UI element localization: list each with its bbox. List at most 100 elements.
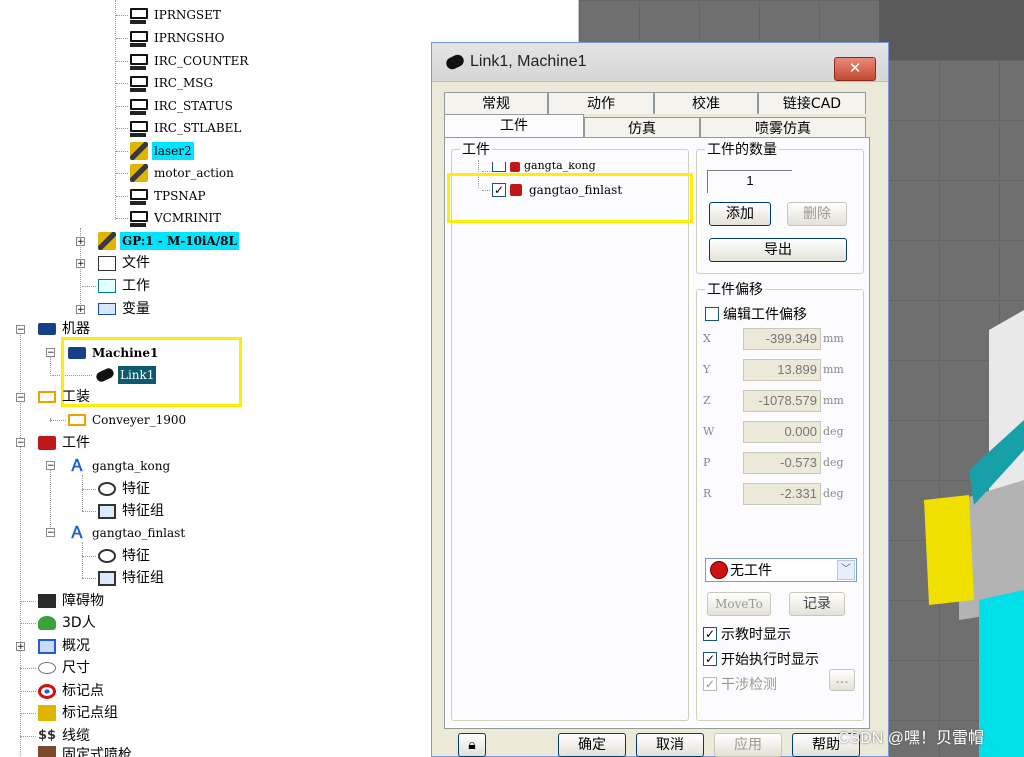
parts-group: 工件 gangta_kong ✓ gangtao_finlast [451,139,689,721]
tree-work[interactable]: 工作 [120,277,152,295]
variable-icon [98,303,116,315]
tree-program[interactable]: TPSNAP [152,187,208,205]
tree-conveyer[interactable]: Conveyer_1900 [90,411,188,429]
program-icon [130,189,148,205]
tree-feature-group[interactable]: 特征组 [120,569,166,587]
tree-program[interactable]: IRC_COUNTER [152,52,250,70]
offset-label: Z [703,394,711,407]
tab-simulation[interactable]: 仿真 [584,117,700,139]
tree-overview[interactable]: 概况 [60,637,92,655]
quantity-group: 工件的数量 1 添加 删除 导出 [696,139,864,274]
moveto-button[interactable]: MoveTo [707,592,771,616]
expand-toggle[interactable]: + [76,237,85,247]
tab-link-cad[interactable]: 链接CAD [758,92,866,114]
machine-icon [38,323,56,335]
tab-calibration[interactable]: 校准 [654,92,758,114]
tree-target-group[interactable]: 标记点组 [60,704,120,722]
tree-program-selected[interactable]: laser2 [152,142,194,160]
tree-link1[interactable]: Link1 [118,366,157,384]
tab-spray-simulation[interactable]: 喷雾仿真 [700,117,866,139]
tree-robot-group[interactable]: GP:1 - M-10iA/8L [120,232,239,250]
tree-program[interactable]: VCMRINIT [152,209,223,227]
interference-checkbox[interactable]: ✓ [703,677,717,691]
show-on-teach-checkbox[interactable]: ✓ [703,627,717,641]
tab-general[interactable]: 常规 [444,92,548,114]
part-icon [510,184,522,196]
program-icon [130,8,148,24]
offset-y-field[interactable]: 13.899 [743,359,821,381]
tree-files[interactable]: 文件 [120,254,152,272]
tree-spray-gun[interactable]: 固定式喷枪 [60,746,134,757]
tree-program[interactable]: IPRNGSHO [152,29,226,47]
collapse-toggle[interactable]: − [16,438,25,448]
obstacle-icon [38,594,56,608]
expand-toggle[interactable]: + [76,305,85,315]
offset-z-field[interactable]: -1078.579 [743,390,821,412]
dialog-titlebar[interactable]: Link1, Machine1 [432,43,888,82]
interference-label: 干涉检测 [721,677,777,693]
apply-button[interactable]: 应用 [714,733,782,757]
part-checkbox[interactable] [492,162,506,172]
offset-r-field[interactable]: -2.331 [743,483,821,505]
part-list-item-selected[interactable]: gangtao_finlast [526,182,625,198]
expand-toggle[interactable]: + [16,642,25,652]
part-list-item[interactable]: gangta_kong [524,162,596,172]
part-quantity-field[interactable]: 1 [707,170,792,193]
tree-machine1[interactable]: Machine1 [90,344,160,362]
chevron-down-icon[interactable]: ﹀ [837,560,855,580]
collapse-toggle[interactable]: − [46,461,55,471]
record-button[interactable]: 记录 [789,592,845,616]
parts-group-title: 工件 [460,139,492,159]
tab-motion[interactable]: 动作 [548,92,654,114]
tree-program[interactable]: IPRNGSET [152,6,223,24]
robot-program-icon [130,142,148,160]
ok-button[interactable]: 确定 [558,733,626,757]
overview-icon [38,638,56,654]
collapse-toggle[interactable]: − [46,348,55,358]
tree-part[interactable]: gangtao_finlast [90,524,187,542]
lock-button[interactable]: 🔒︎ [458,733,486,757]
tree-program[interactable]: motor_action [152,164,236,182]
part-select-dropdown[interactable]: 无工件 ﹀ [705,558,857,582]
part-checkbox-checked[interactable]: ✓ [492,183,506,197]
tree-machines[interactable]: 机器 [60,320,92,338]
tree-part[interactable]: gangta_kong [90,457,172,475]
cancel-button[interactable]: 取消 [636,733,704,757]
tree-program[interactable]: IRC_STLABEL [152,119,243,137]
tab-parts[interactable]: 工件 [444,114,584,139]
offset-p-field[interactable]: -0.573 [743,452,821,474]
offset-x-field[interactable]: -399.349 [743,328,821,350]
tree-obstacle[interactable]: 障碍物 [60,592,106,610]
tree-program[interactable]: IRC_MSG [152,74,215,92]
offset-w-field[interactable]: 0.000 [743,421,821,443]
tree-dimension[interactable]: 尺寸 [60,659,92,677]
collapse-toggle[interactable]: − [16,393,25,403]
interference-options-button[interactable]: ... [829,669,855,691]
tree-program[interactable]: IRC_STATUS [152,97,235,115]
delete-button[interactable]: 删除 [787,202,847,226]
spray-gun-icon [38,746,56,757]
tree-variables[interactable]: 变量 [120,300,152,318]
export-button[interactable]: 导出 [709,238,847,262]
robot-icon [98,232,116,250]
tree-feature-group[interactable]: 特征组 [120,502,166,520]
expand-toggle[interactable]: + [76,259,85,269]
collapse-toggle[interactable]: − [16,325,25,335]
tree-target[interactable]: 标记点 [60,682,106,700]
show-on-run-checkbox[interactable]: ✓ [703,652,717,666]
lock-icon: 🔒︎ [468,737,476,753]
tree-fixtures[interactable]: 工装 [60,388,92,406]
offset-unit: deg [823,487,844,500]
collapse-toggle[interactable]: − [46,528,55,538]
feature-group-icon [98,503,116,519]
tree-human[interactable]: 3D人 [60,614,98,632]
tree-feature[interactable]: 特征 [120,480,152,498]
tree-parts[interactable]: 工件 [60,434,92,452]
edit-offset-checkbox[interactable] [705,307,719,321]
tree-cable[interactable]: 线缆 [60,727,92,745]
quantity-group-title: 工件的数量 [705,139,779,159]
add-button[interactable]: 添加 [709,202,771,226]
tree-feature[interactable]: 特征 [120,547,152,565]
link-properties-dialog[interactable]: Link1, Machine1 ✕ 常规 动作 校准 链接CAD 工件 仿真 喷… [431,42,889,757]
close-button[interactable]: ✕ [834,57,876,81]
